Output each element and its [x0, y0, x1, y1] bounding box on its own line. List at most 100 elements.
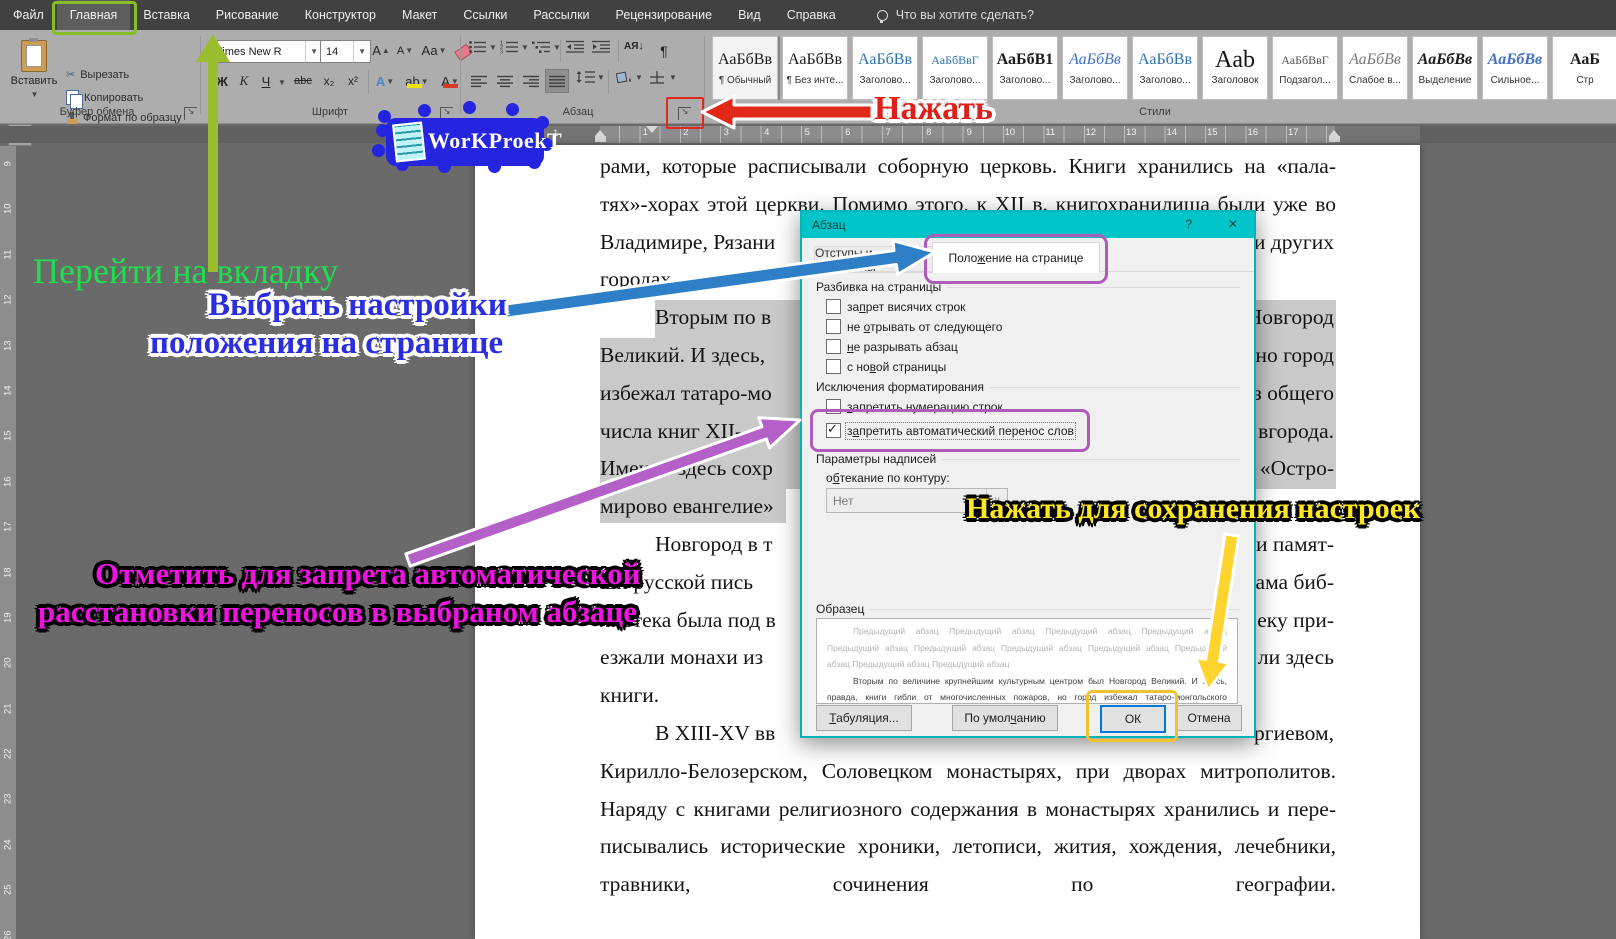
checkbox[interactable] — [826, 399, 841, 414]
tell-me-search[interactable]: Что вы хотите сделать? — [877, 8, 1034, 22]
style-card[interactable]: АаБбВв Заголово... — [1062, 36, 1128, 100]
shading-button[interactable]: ▼ — [614, 70, 643, 84]
subscript-button[interactable]: x₂ — [318, 70, 340, 92]
highlight-color-button[interactable]: ab ▼ — [404, 70, 430, 92]
clipboard-small-button[interactable]: ✂ Вырезать — [66, 68, 129, 81]
font-color-bar — [443, 84, 458, 88]
style-card[interactable]: АаБбВв Сильное... — [1482, 36, 1548, 100]
menu-tab[interactable]: Конструктор — [292, 0, 389, 30]
checkbox[interactable] — [826, 423, 841, 438]
change-case-button[interactable]: Аа▼ — [420, 40, 448, 61]
ruler-number: 12 — [1071, 127, 1112, 138]
justify-button[interactable] — [546, 70, 568, 92]
menu-tab[interactable]: Макет — [389, 0, 450, 30]
show-marks-button[interactable]: ¶ — [654, 40, 674, 61]
italic-button[interactable]: К — [234, 70, 254, 92]
checkbox-row[interactable]: с новой страницы — [826, 358, 1002, 375]
justify-icon — [549, 75, 566, 88]
menu-tab[interactable]: Главная — [57, 0, 131, 30]
group-pagination: Разбивка на страницы — [816, 280, 1240, 294]
ruler-number: 21 — [0, 700, 31, 716]
menu-tab[interactable]: Вставка — [130, 0, 202, 30]
checkbox[interactable] — [826, 319, 841, 334]
ruler-number: 19 — [0, 610, 31, 626]
align-left-button[interactable] — [468, 70, 490, 92]
style-card[interactable]: АаБбВв Заголово... — [852, 36, 918, 100]
clipboard-small-button[interactable]: Копировать — [66, 90, 143, 105]
tabs-button[interactable]: Табуляция... — [816, 705, 912, 731]
menu-tab[interactable]: Рисование — [203, 0, 292, 30]
paragraph-dialog-launcher[interactable] — [678, 107, 691, 120]
vertical-ruler: 91011121314151617181920212223242526 — [0, 146, 16, 939]
line-spacing-button[interactable]: ▼ — [576, 70, 605, 84]
style-card[interactable]: АаБбВвГ Заголово... — [922, 36, 988, 100]
style-card[interactable]: АаБбВ1 Заголово... — [992, 36, 1058, 100]
checkbox-row[interactable]: запретить нумерацию строк — [826, 398, 1074, 415]
superscript-button[interactable]: x² — [342, 70, 364, 92]
menu-tab[interactable]: Рецензирование — [603, 0, 726, 30]
checkbox-row[interactable]: не разрывать абзац — [826, 338, 1002, 355]
menu-tab[interactable]: Рассылки — [520, 0, 602, 30]
grow-font-button[interactable]: А▲ — [370, 40, 392, 61]
ruler-number: 13 — [1111, 127, 1152, 138]
tab-indents-spacing[interactable]: Отступы и интервалы — [814, 246, 934, 273]
wrap-dropdown[interactable]: Нет ∨ — [826, 488, 1008, 513]
group-exceptions: Исключения форматирования — [816, 380, 1240, 394]
paste-button[interactable]: Вставить ▼ — [8, 36, 60, 102]
style-card[interactable]: АаБ Стр — [1552, 36, 1616, 100]
menu-tab[interactable]: Справка — [774, 0, 849, 30]
borders-icon — [648, 70, 668, 84]
dialog-help-button[interactable]: ? — [1185, 217, 1192, 231]
style-card[interactable]: АаБбВв Заголово... — [1132, 36, 1198, 100]
numbering-icon: 123 — [500, 40, 520, 54]
scissors-icon: ✂ — [66, 68, 75, 81]
font-color-button[interactable]: А ▼ — [438, 70, 462, 92]
ok-button[interactable]: ОК — [1100, 705, 1166, 733]
dialog-close-button[interactable]: ✕ — [1228, 217, 1238, 231]
underline-chevron-icon[interactable]: ▼ — [278, 78, 286, 87]
right-indent-marker[interactable] — [1329, 132, 1340, 143]
text-effects-button[interactable]: А▼ — [374, 70, 396, 92]
font-size-combo[interactable]: 14▼ — [320, 40, 371, 63]
numbering-button[interactable]: 123 ▼ — [500, 40, 529, 54]
borders-button[interactable]: ▼ — [648, 70, 677, 84]
strikethrough-button[interactable]: abc — [290, 70, 316, 92]
cancel-button[interactable]: Отмена — [1176, 705, 1242, 731]
shrink-font-button[interactable]: А▼ — [394, 40, 416, 61]
ruler-number: 17 — [1273, 127, 1314, 138]
style-card[interactable]: АаБбВв Слабое в... — [1342, 36, 1408, 100]
checkbox-row[interactable]: запрет висячих строк — [826, 298, 1002, 315]
align-center-button[interactable] — [494, 70, 516, 92]
align-right-button[interactable] — [520, 70, 542, 92]
style-card[interactable]: АаБбВв Выделение — [1412, 36, 1478, 100]
clipboard-dialog-launcher[interactable] — [184, 107, 197, 120]
checkbox-row[interactable]: запретить автоматический перенос слов — [826, 422, 1074, 439]
set-default-button[interactable]: По умолчанию — [952, 705, 1058, 731]
menu-tab[interactable]: Вид — [725, 0, 774, 30]
sort-button[interactable]: АЯ↓ — [624, 40, 644, 52]
hanging-indent-marker[interactable] — [595, 132, 606, 143]
menu-tab[interactable]: Файл — [0, 0, 57, 30]
group-label-clipboard: Буфер обмена — [60, 106, 135, 118]
annotation-go-tab: Перейти на вкладку — [33, 250, 338, 292]
multilevel-list-button[interactable]: ▼ — [532, 40, 561, 54]
style-card[interactable]: Аab Заголовок — [1202, 36, 1268, 100]
first-line-indent-marker[interactable] — [646, 126, 658, 139]
style-card[interactable]: АаБбВв ¶ Обычный — [712, 36, 778, 100]
style-card[interactable]: АаБбВв ¶ Без инте... — [782, 36, 848, 100]
font-name-combo[interactable]: Times New R▼ — [210, 40, 323, 63]
ruler-number: 4 — [747, 127, 788, 138]
increase-indent-button[interactable] — [592, 40, 612, 54]
dialog-title: Абзац — [812, 218, 846, 232]
underline-button[interactable]: Ч — [256, 70, 276, 92]
decrease-indent-button[interactable] — [566, 40, 586, 54]
menu-tab[interactable]: Ссылки — [450, 0, 520, 30]
bold-button[interactable]: Ж — [212, 70, 232, 92]
checkbox[interactable] — [826, 299, 841, 314]
checkbox[interactable] — [826, 339, 841, 354]
checkbox-row[interactable]: не отрывать от следующего — [826, 318, 1002, 335]
checkbox[interactable] — [826, 359, 841, 374]
bullets-button[interactable]: ▼ — [468, 40, 497, 54]
style-card[interactable]: АаБбВвГ Подзагол... — [1272, 36, 1338, 100]
tab-line-page-breaks[interactable]: Положение на странице — [932, 242, 1100, 273]
